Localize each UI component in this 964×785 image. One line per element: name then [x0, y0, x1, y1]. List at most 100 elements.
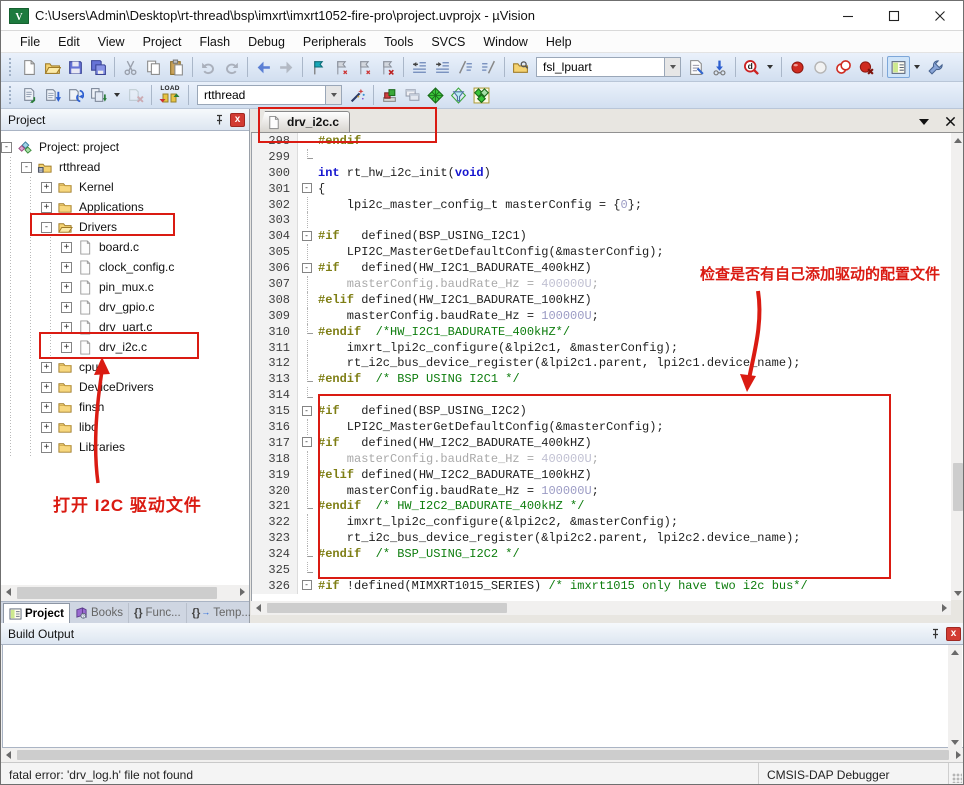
- undo-icon[interactable]: [197, 56, 220, 78]
- code-line-315[interactable]: 315-#if defined(BSP_USING_I2C2): [252, 403, 951, 419]
- fold-collapse-icon[interactable]: -: [302, 580, 312, 590]
- menu-tools[interactable]: Tools: [375, 33, 422, 51]
- navigate-forward-icon[interactable]: [275, 56, 298, 78]
- target-select-combo[interactable]: [197, 85, 342, 105]
- document-list-icon[interactable]: [917, 115, 931, 129]
- file-extensions-icon[interactable]: [378, 84, 401, 106]
- insert-bookmark-icon[interactable]: [307, 56, 330, 78]
- panel-tab-books[interactable]: ?Books: [70, 603, 129, 623]
- tree-item-board-c[interactable]: +board.c: [1, 237, 249, 257]
- tree-expand-toggle[interactable]: +: [41, 182, 52, 193]
- close-panel-button[interactable]: x: [230, 113, 245, 127]
- code-line-298[interactable]: 298#endif: [252, 133, 951, 149]
- navigate-back-icon[interactable]: [252, 56, 275, 78]
- tree-expand-toggle[interactable]: +: [61, 342, 72, 353]
- code-line-309[interactable]: 309 masterConfig.baudRate_Hz = 100000U;: [252, 308, 951, 324]
- code-line-299[interactable]: 299: [252, 149, 951, 165]
- menu-file[interactable]: File: [11, 33, 49, 51]
- project-tree-hscrollbar[interactable]: [1, 585, 249, 601]
- copy-icon[interactable]: [142, 56, 165, 78]
- menu-project[interactable]: Project: [134, 33, 191, 51]
- scroll-left-icon[interactable]: [251, 601, 265, 615]
- tree-item-drivers[interactable]: -Drivers: [1, 217, 249, 237]
- scroll-up-icon[interactable]: [951, 133, 964, 147]
- editor-hscrollbar[interactable]: [251, 601, 951, 615]
- fold-collapse-icon[interactable]: -: [302, 231, 312, 241]
- code-line-323[interactable]: 323 rt_i2c_bus_device_register(&lpi2c2.p…: [252, 530, 951, 546]
- search-combo-input[interactable]: [536, 57, 664, 77]
- comment-selection-icon[interactable]: [454, 56, 477, 78]
- panel-tab-temp[interactable]: {}→Temp...: [187, 603, 257, 623]
- tree-expand-toggle[interactable]: -: [1, 142, 12, 153]
- tree-expand-toggle[interactable]: +: [61, 242, 72, 253]
- indent-icon[interactable]: [431, 56, 454, 78]
- pack-installer-icon[interactable]: [447, 84, 470, 106]
- code-line-317[interactable]: 317-#if defined(HW_I2C2_BADURATE_400kHZ): [252, 435, 951, 451]
- tree-item-cpu[interactable]: +cpu: [1, 357, 249, 377]
- fold-margin[interactable]: -: [298, 435, 318, 451]
- code-line-302[interactable]: 302 lpi2c_master_config_t masterConfig =…: [252, 197, 951, 213]
- fold-collapse-icon[interactable]: -: [302, 263, 312, 273]
- incremental-find-icon[interactable]: [708, 56, 731, 78]
- windows-list-caret[interactable]: [910, 56, 924, 78]
- batch-build-caret[interactable]: [110, 84, 124, 106]
- save-icon[interactable]: [64, 56, 87, 78]
- stop-build-icon[interactable]: [124, 84, 147, 106]
- editor-vscrollbar[interactable]: [951, 133, 964, 600]
- build-output-content[interactable]: [2, 645, 964, 748]
- manage-rte-icon[interactable]: [470, 84, 493, 106]
- tree-item-drv-uart-c[interactable]: +drv_uart.c: [1, 317, 249, 337]
- fold-margin[interactable]: -: [298, 578, 318, 594]
- scroll-down-icon[interactable]: [951, 586, 964, 600]
- menu-window[interactable]: Window: [474, 33, 536, 51]
- maximize-button[interactable]: [871, 1, 917, 30]
- windows-list-icon[interactable]: [887, 56, 910, 78]
- tree-expand-toggle[interactable]: +: [41, 382, 52, 393]
- panel-tab-func[interactable]: {}Func...: [129, 603, 187, 623]
- resize-grip[interactable]: [949, 763, 964, 785]
- code-line-312[interactable]: 312 rt_i2c_bus_device_register(&lpi2c1.p…: [252, 355, 951, 371]
- menu-edit[interactable]: Edit: [49, 33, 89, 51]
- code-line-314[interactable]: 314: [252, 387, 951, 403]
- code-line-326[interactable]: 326-#if !defined(MIMXRT1015_SERIES) /* i…: [252, 578, 951, 594]
- scroll-right-icon[interactable]: [951, 748, 964, 762]
- insert-breakpoint-icon[interactable]: [786, 56, 809, 78]
- prev-bookmark-icon[interactable]: [330, 56, 353, 78]
- code-line-318[interactable]: 318 masterConfig.baudRate_Hz = 400000U;: [252, 451, 951, 467]
- tree-item-project-project[interactable]: -Project: project: [1, 137, 249, 157]
- rebuild-all-icon[interactable]: [64, 84, 87, 106]
- close-button[interactable]: [917, 1, 963, 30]
- tree-item-pin-mux-c[interactable]: +pin_mux.c: [1, 277, 249, 297]
- fold-margin[interactable]: -: [298, 260, 318, 276]
- tree-item-devicedrivers[interactable]: +DeviceDrivers: [1, 377, 249, 397]
- pin-icon[interactable]: [927, 626, 943, 641]
- scroll-left-icon[interactable]: [1, 748, 15, 762]
- close-document-icon[interactable]: [943, 115, 957, 129]
- translate-file-icon[interactable]: [18, 84, 41, 106]
- fold-collapse-icon[interactable]: -: [302, 183, 312, 193]
- tree-item-drv-gpio-c[interactable]: +drv_gpio.c: [1, 297, 249, 317]
- editor-tab-drv-i2c[interactable]: drv_i2c.c: [259, 111, 350, 132]
- search-combo[interactable]: [536, 57, 681, 77]
- tree-item-rtthread[interactable]: -rtthread: [1, 157, 249, 177]
- code-line-308[interactable]: 308#elif defined(HW_I2C1_BADURATE_100kHZ…: [252, 292, 951, 308]
- cut-icon[interactable]: [119, 56, 142, 78]
- target-options-icon[interactable]: [346, 84, 369, 106]
- menu-peripherals[interactable]: Peripherals: [294, 33, 375, 51]
- enable-breakpoint-icon[interactable]: [809, 56, 832, 78]
- scroll-up-icon[interactable]: [948, 645, 962, 659]
- code-line-316[interactable]: 316 LPI2C_MasterGetDefaultConfig(&master…: [252, 419, 951, 435]
- code-editor[interactable]: 298#endif299300int rt_hw_i2c_init(void)3…: [251, 133, 951, 609]
- tree-item-finsh[interactable]: +finsh: [1, 397, 249, 417]
- save-all-icon[interactable]: [87, 56, 110, 78]
- build-output-hscrollbar[interactable]: [1, 748, 964, 762]
- toolbar-grip[interactable]: [9, 86, 14, 104]
- menu-debug[interactable]: Debug: [239, 33, 294, 51]
- new-file-icon[interactable]: [18, 56, 41, 78]
- tree-expand-toggle[interactable]: +: [41, 402, 52, 413]
- fold-margin[interactable]: -: [298, 181, 318, 197]
- tree-expand-toggle[interactable]: +: [41, 202, 52, 213]
- code-line-325[interactable]: 325: [252, 562, 951, 578]
- pin-icon[interactable]: [211, 112, 227, 127]
- select-software-packs-icon[interactable]: [424, 84, 447, 106]
